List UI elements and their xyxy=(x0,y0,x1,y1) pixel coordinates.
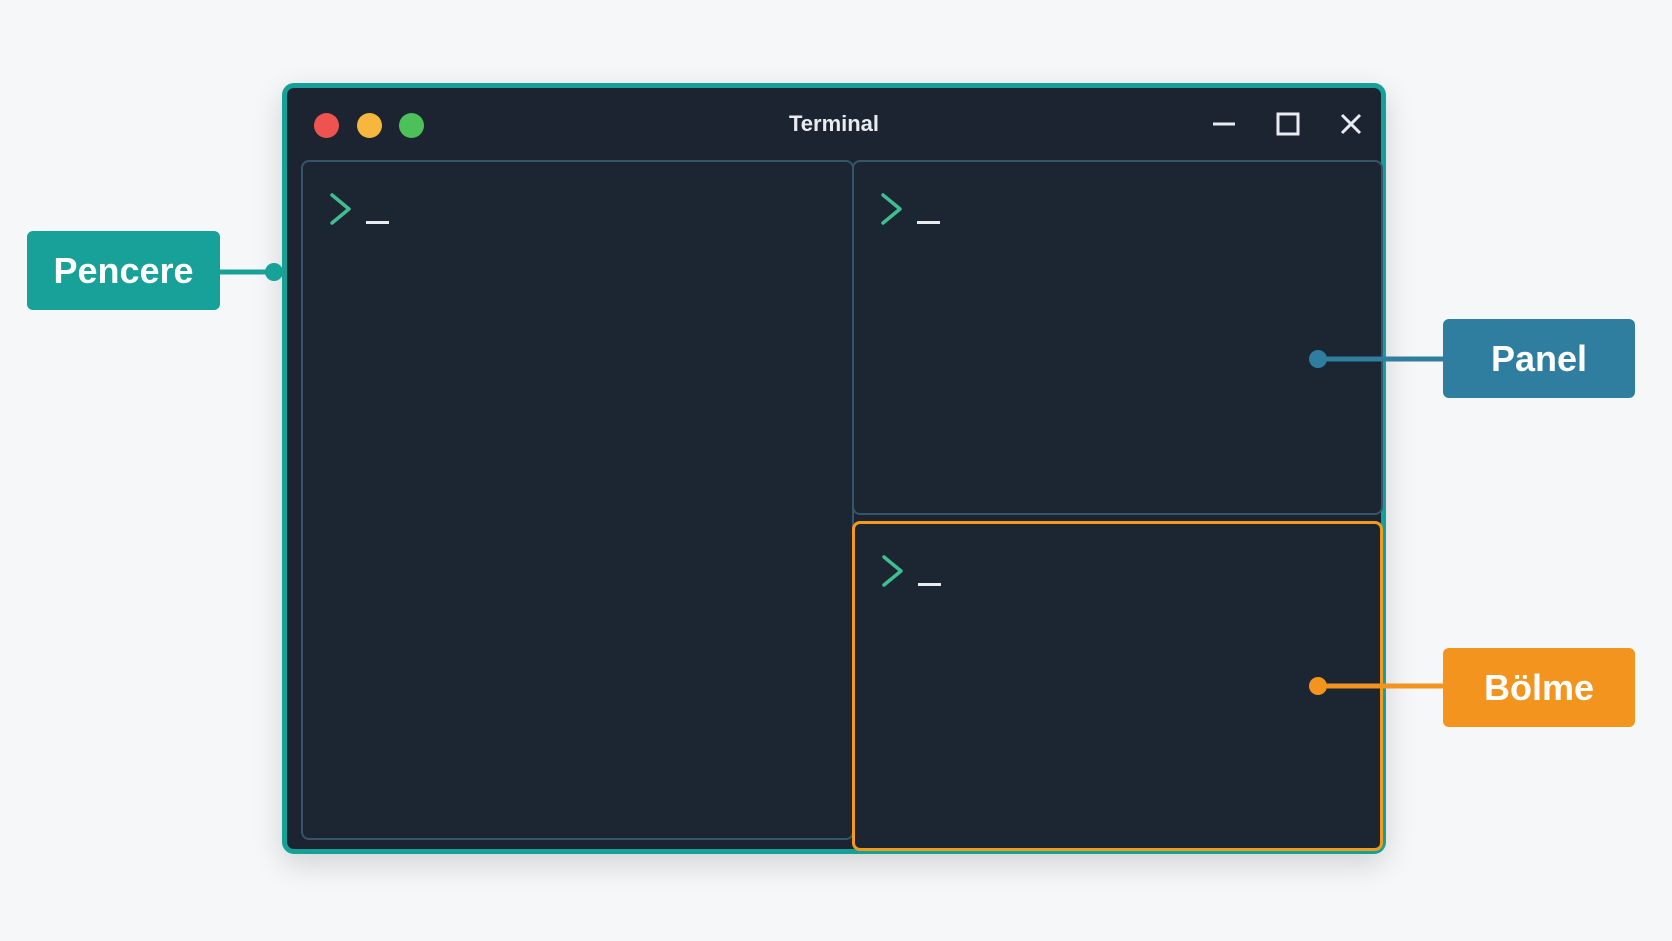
command-prompt xyxy=(881,554,941,588)
chevron-right-icon xyxy=(881,193,902,225)
minimize-icon[interactable] xyxy=(1207,107,1241,141)
command-prompt xyxy=(329,192,389,226)
title-bar[interactable]: Terminal xyxy=(287,88,1381,156)
window-callout-label: Pencere xyxy=(27,231,220,310)
terminal-pane-left[interactable] xyxy=(301,160,854,840)
chevron-right-icon xyxy=(330,193,351,225)
chevron-right-icon xyxy=(882,555,903,587)
terminal-pane-top-right[interactable] xyxy=(852,160,1383,515)
panel-callout-label: Panel xyxy=(1443,319,1635,398)
terminal-window[interactable]: Terminal xyxy=(282,83,1386,854)
close-icon[interactable] xyxy=(1334,107,1368,141)
split-callout-label: Bölme xyxy=(1443,648,1635,727)
text-cursor xyxy=(917,221,940,224)
terminal-pane-bottom-right[interactable] xyxy=(852,521,1383,851)
text-cursor xyxy=(918,583,941,586)
text-cursor xyxy=(366,221,389,224)
window-connector xyxy=(220,263,283,281)
maximize-icon[interactable] xyxy=(1271,107,1305,141)
command-prompt xyxy=(880,192,940,226)
